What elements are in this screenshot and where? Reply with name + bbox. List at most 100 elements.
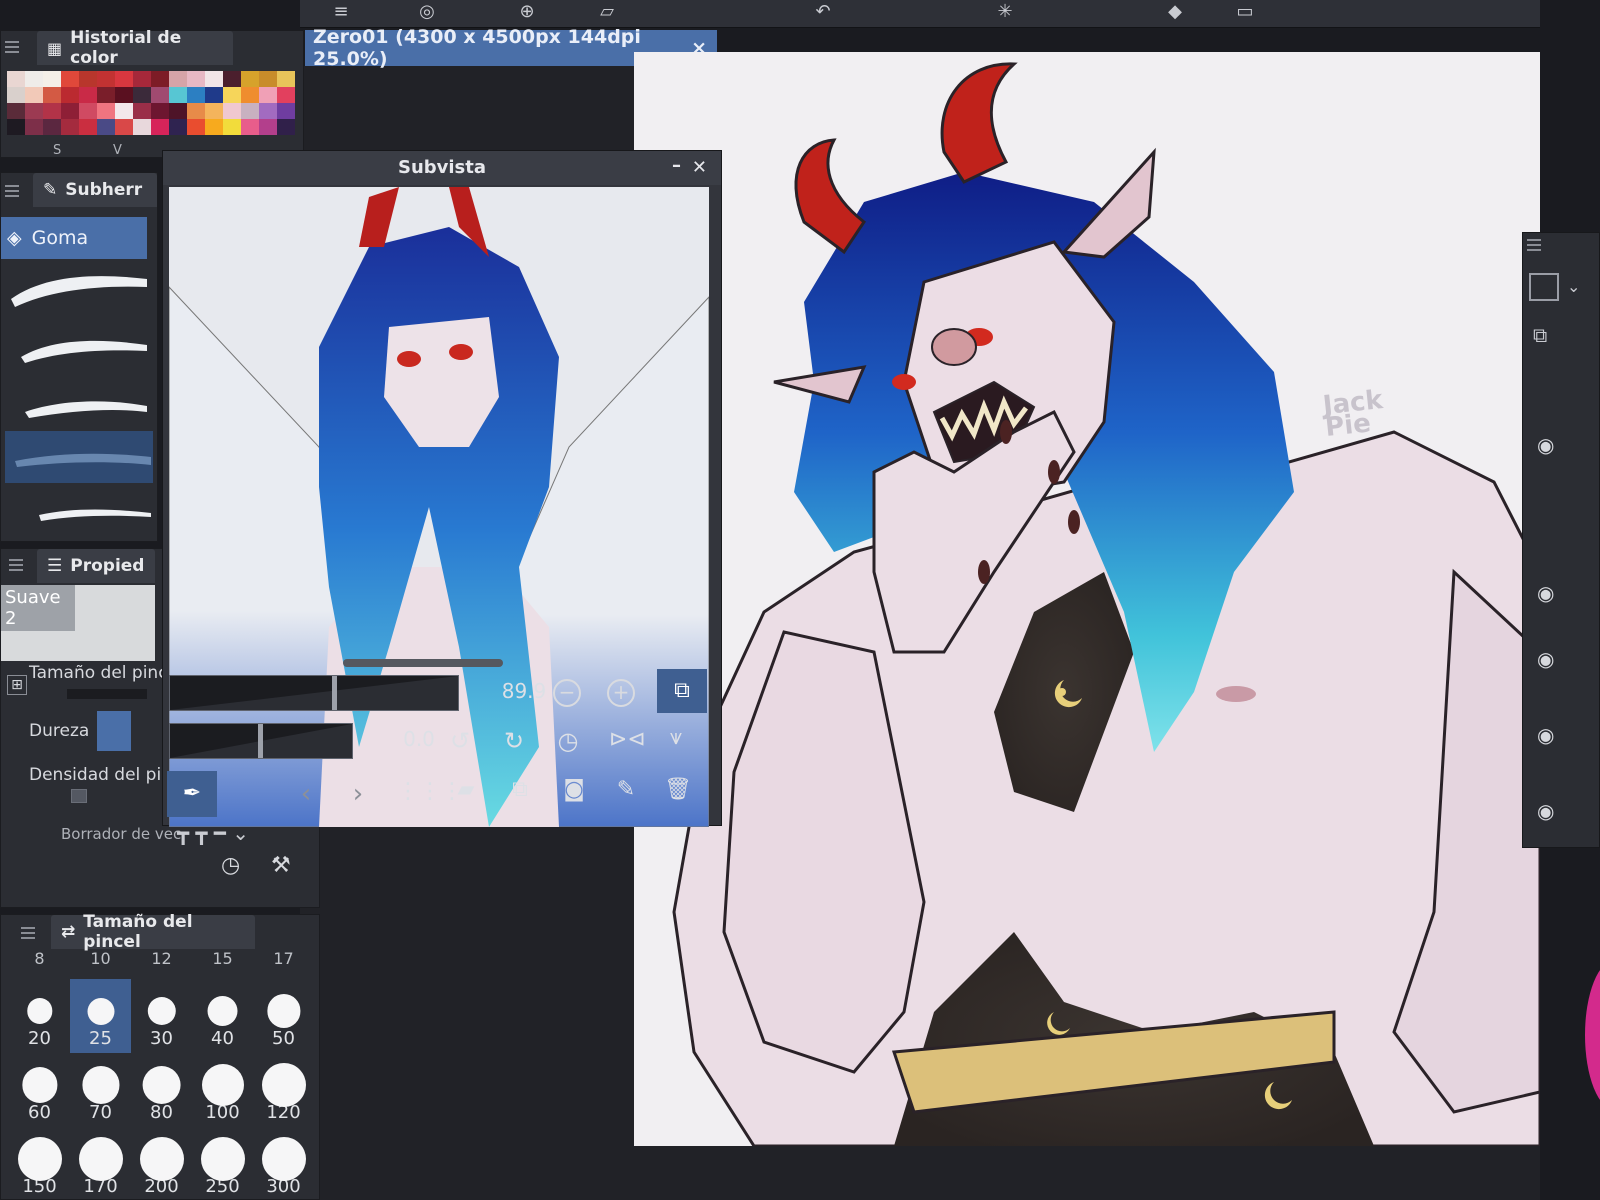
color-swatch[interactable] (241, 103, 259, 119)
color-swatch[interactable] (61, 87, 79, 103)
color-swatch[interactable] (97, 87, 115, 103)
color-swatch[interactable] (223, 71, 241, 87)
zoom-in-icon[interactable]: + (607, 679, 635, 707)
minimize-icon[interactable]: – (672, 149, 681, 183)
timer-icon[interactable]: ◷ (221, 853, 240, 878)
subtool-title[interactable]: ✎ Subherr (33, 173, 157, 207)
brush-size-slider[interactable] (67, 689, 147, 699)
color-swatch[interactable] (241, 119, 259, 135)
color-swatch[interactable] (7, 119, 25, 135)
color-swatch[interactable] (205, 119, 223, 135)
color-swatch[interactable] (187, 71, 205, 87)
color-swatch[interactable] (277, 87, 295, 103)
menu-icon[interactable] (5, 185, 19, 197)
chevron-down-icon[interactable]: ⌄ (1567, 277, 1580, 296)
color-swatch[interactable] (97, 119, 115, 135)
color-swatch[interactable] (7, 71, 25, 87)
brush-stroke-3[interactable] (5, 378, 153, 430)
sparkle-icon[interactable]: ✳ (990, 2, 1020, 22)
color-swatch[interactable] (259, 103, 277, 119)
rotate-right-icon[interactable]: ↻ (499, 727, 529, 755)
fill-icon[interactable]: ◆ (1160, 2, 1190, 22)
color-swatch[interactable] (79, 103, 97, 119)
color-swatch[interactable] (241, 87, 259, 103)
brush-size-option[interactable]: 60 (9, 1053, 70, 1127)
eye-icon[interactable]: ◉ (1537, 433, 1567, 457)
color-swatch[interactable] (223, 103, 241, 119)
color-swatch[interactable] (61, 119, 79, 135)
subview-scrollbar[interactable] (343, 659, 503, 667)
flip-horizontal-icon[interactable]: ⊳⊲ (609, 727, 646, 752)
trash-icon[interactable]: 🗑 (663, 777, 693, 802)
color-swatch[interactable] (25, 103, 43, 119)
color-swatch[interactable] (25, 87, 43, 103)
brush-stroke-2[interactable] (5, 323, 153, 375)
brush-size-option[interactable]: 70 (70, 1053, 131, 1127)
color-swatch[interactable] (169, 119, 187, 135)
undo-icon[interactable]: ↶ (808, 2, 838, 22)
brush-size-option[interactable]: 80 (131, 1053, 192, 1127)
menu-icon[interactable] (9, 559, 23, 571)
color-swatch[interactable] (205, 71, 223, 87)
color-wheel[interactable] (1585, 960, 1600, 1110)
preset-preview[interactable]: Suave 2 (1, 585, 155, 661)
color-history-title[interactable]: ▦ Historial de color (37, 28, 233, 68)
menu-icon[interactable]: ≡ (326, 2, 356, 22)
subtool-item-goma[interactable]: ◈ Goma (1, 217, 147, 259)
color-swatch[interactable] (223, 87, 241, 103)
prev-icon[interactable]: ‹ (291, 779, 321, 809)
color-swatch[interactable] (7, 103, 25, 119)
color-swatch[interactable] (169, 71, 187, 87)
open-folder-icon[interactable]: ▰ (451, 777, 481, 802)
expand-icon[interactable]: ⊞ (7, 675, 27, 695)
eye-icon[interactable]: ◉ (1537, 581, 1567, 605)
color-swatch[interactable] (241, 71, 259, 87)
color-swatch[interactable] (277, 119, 295, 135)
color-swatch[interactable] (97, 71, 115, 87)
color-swatch[interactable] (277, 103, 295, 119)
tool-property-title[interactable]: ☰ Propied (37, 549, 155, 583)
color-swatch[interactable] (25, 119, 43, 135)
brush-size-title[interactable]: ⇄ Tamaño del pincel (51, 912, 255, 952)
color-swatch[interactable] (133, 119, 151, 135)
color-swatch[interactable] (259, 119, 277, 135)
color-swatch[interactable] (43, 103, 61, 119)
color-swatch[interactable] (61, 103, 79, 119)
subview-header[interactable]: Subvista – ✕ (163, 151, 721, 185)
flip-vertical-icon[interactable]: ⩛ (661, 725, 691, 750)
add-icon[interactable]: ⊕ (512, 2, 542, 22)
color-swatch[interactable] (205, 103, 223, 119)
color-swatch[interactable] (7, 87, 25, 103)
brush-stroke-5[interactable] (5, 485, 153, 537)
zoom-out-icon[interactable]: − (553, 679, 581, 707)
color-swatch[interactable] (151, 103, 169, 119)
drawing-canvas[interactable]: Jack Pie (634, 52, 1540, 1146)
color-swatch[interactable] (187, 119, 205, 135)
brush-size-option[interactable]: 120 (253, 1053, 314, 1127)
brush-size-option[interactable]: 30 (131, 979, 192, 1053)
color-swatch[interactable] (151, 87, 169, 103)
color-swatch[interactable] (79, 71, 97, 87)
color-swatch[interactable] (133, 103, 151, 119)
color-swatch[interactable] (169, 87, 187, 103)
brush-size-option[interactable]: 200 (131, 1127, 192, 1200)
menu-icon[interactable] (5, 41, 19, 53)
color-swatch[interactable] (115, 87, 133, 103)
import-icon[interactable]: ⧉ (505, 777, 535, 802)
color-swatch[interactable] (187, 87, 205, 103)
grid-icon[interactable]: ⋮⋮⋮ (397, 779, 463, 804)
color-swatch[interactable] (277, 71, 295, 87)
color-swatch[interactable] (61, 71, 79, 87)
color-swatch[interactable] (115, 103, 133, 119)
rotation-slider[interactable] (169, 723, 353, 759)
color-swatch[interactable] (151, 71, 169, 87)
brush-stroke-1[interactable] (5, 265, 153, 317)
menu-icon[interactable] (21, 927, 35, 939)
color-swatch[interactable] (43, 119, 61, 135)
eye-icon[interactable]: ◉ (1537, 647, 1567, 671)
color-swatch[interactable] (259, 71, 277, 87)
color-swatch[interactable] (151, 119, 169, 135)
brush-size-option[interactable]: 20 (9, 979, 70, 1053)
color-swatch[interactable] (79, 87, 97, 103)
brush-stroke-4[interactable] (5, 431, 153, 483)
